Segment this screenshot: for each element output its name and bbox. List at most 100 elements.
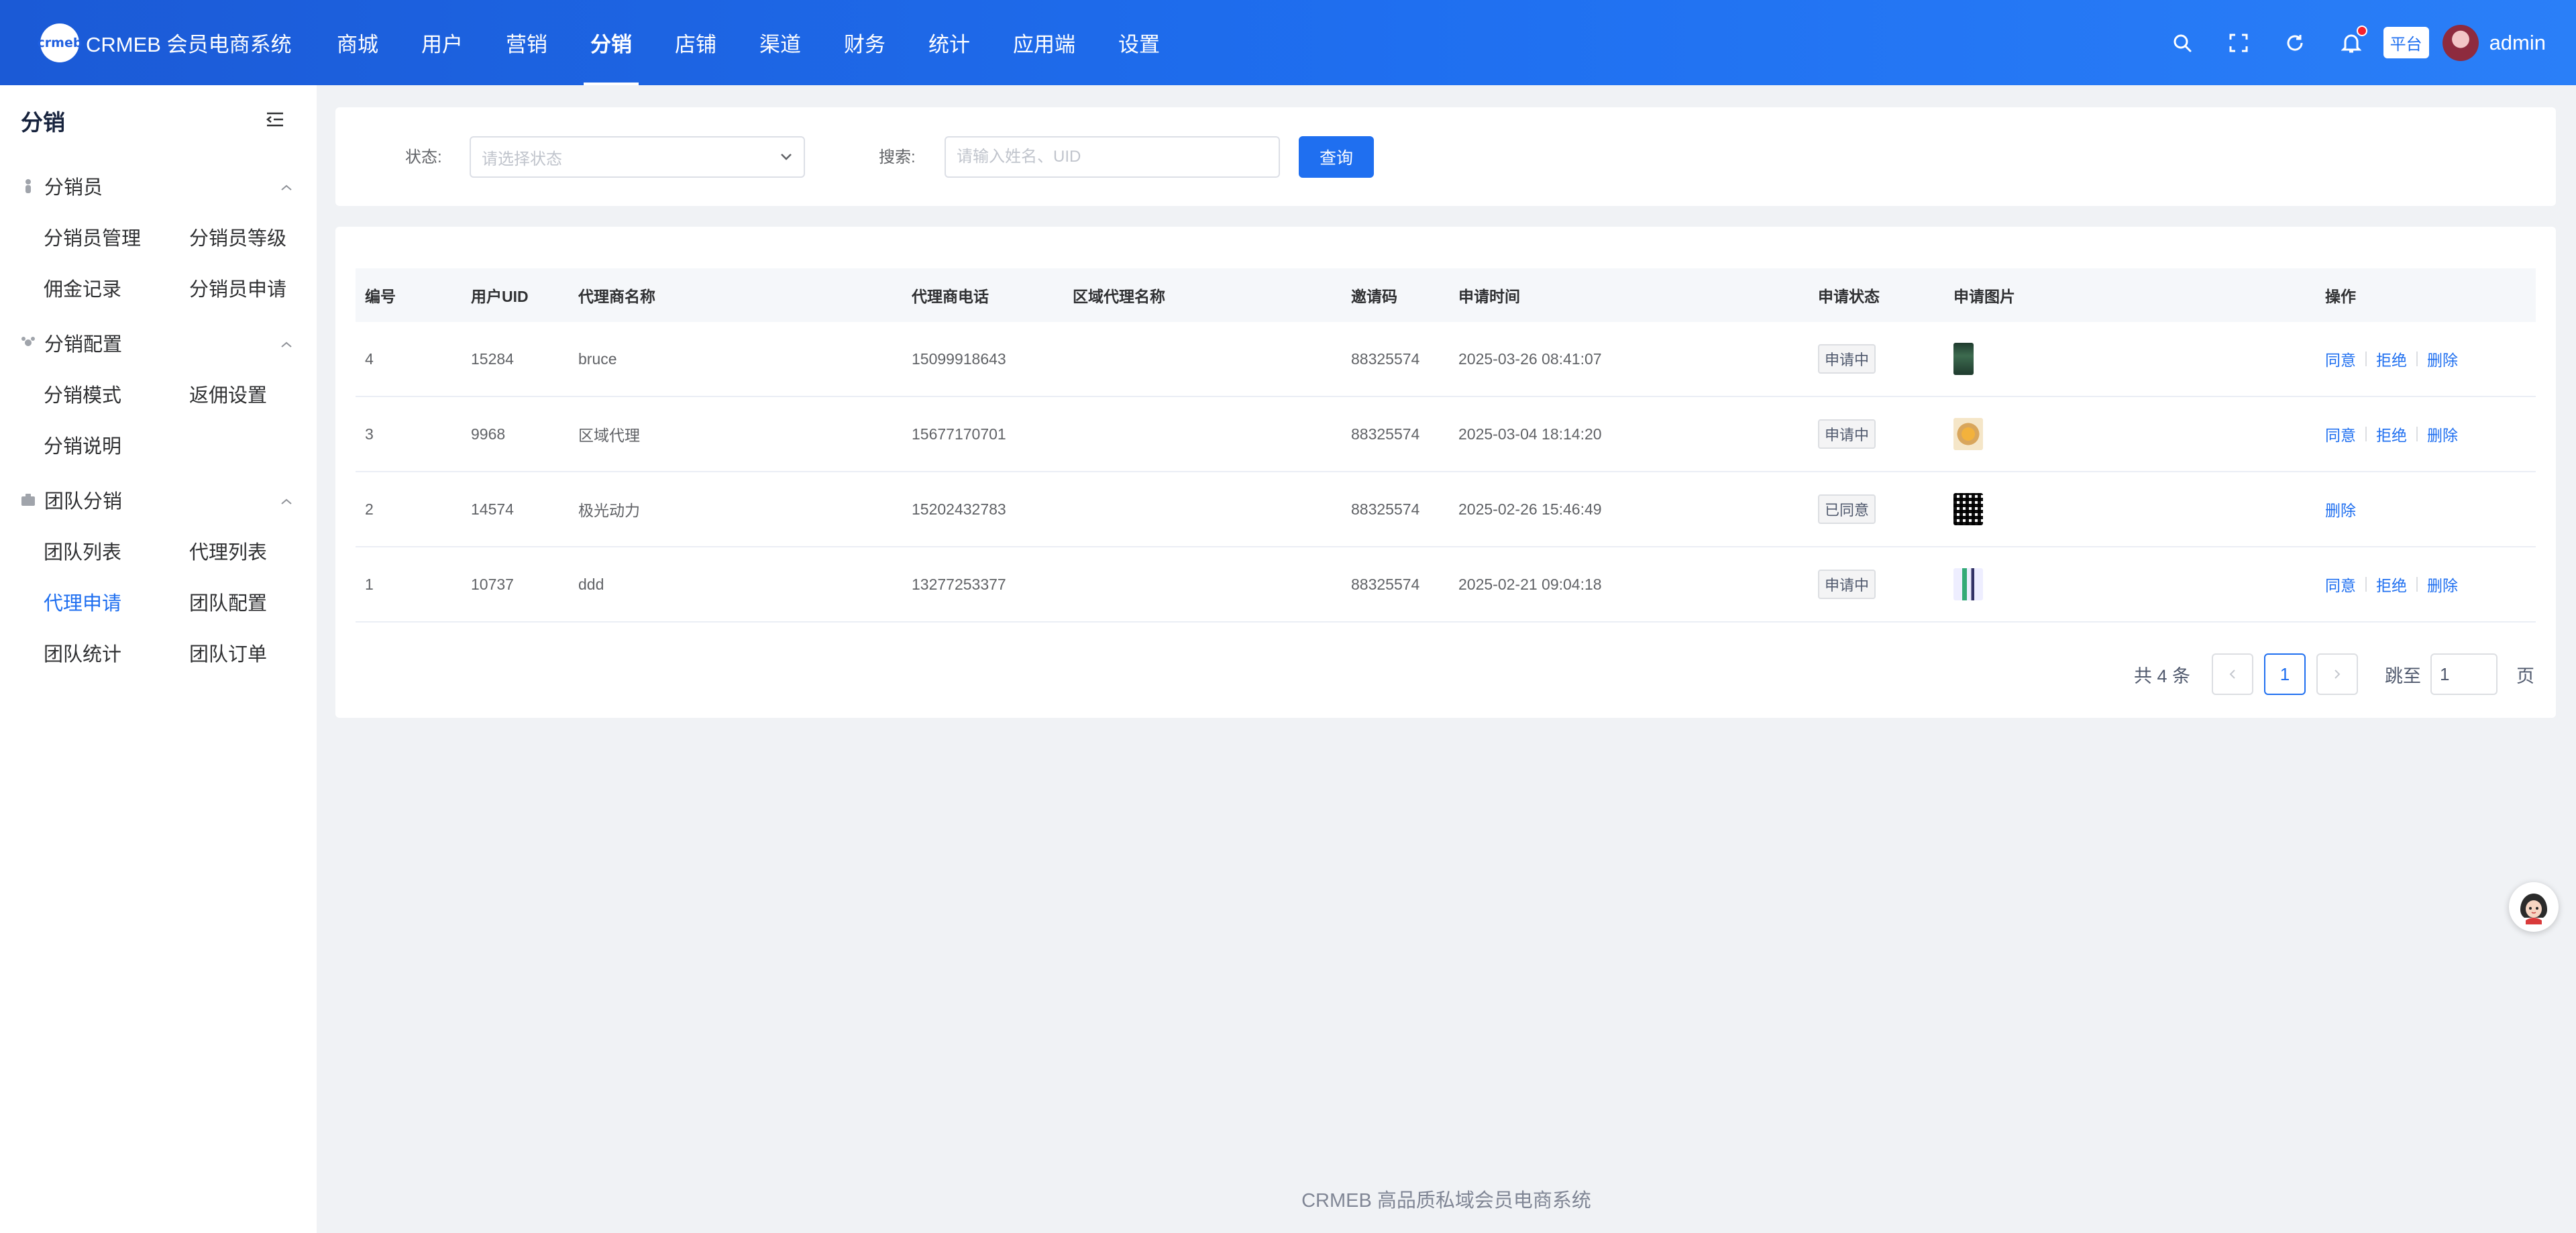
username[interactable]: admin (2489, 31, 2546, 55)
cell-actions: 同意 拒绝 删除 (2325, 397, 2458, 471)
page-button-current[interactable]: 1 (2264, 653, 2306, 695)
sidebar-item[interactable]: 团队列表 (44, 525, 189, 576)
column-header: 操作 (2325, 288, 2356, 305)
fullscreen-icon[interactable] (2210, 23, 2267, 63)
settings-icon (20, 335, 36, 351)
cell-image (1953, 547, 1983, 621)
cell-uid: 15284 (471, 350, 514, 368)
jump-page-input[interactable] (2430, 653, 2498, 695)
sidebar-item[interactable]: 代理申请 (44, 576, 189, 627)
top-nav-item[interactable]: 营销 (484, 0, 569, 85)
brand[interactable]: crmeb CRMEB 会员电商系统 (0, 23, 315, 62)
sidebar-item[interactable]: 团队订单 (189, 627, 335, 678)
approve-link[interactable]: 同意 (2325, 423, 2356, 445)
sidebar-group-header[interactable]: 团队分销 (0, 474, 317, 525)
refresh-icon[interactable] (2267, 23, 2323, 63)
delete-link[interactable]: 删除 (2325, 498, 2356, 521)
delete-link[interactable]: 删除 (2427, 573, 2458, 596)
sidebar-item[interactable]: 分销员等级 (189, 211, 335, 262)
cell-phone: 15099918643 (912, 350, 1006, 368)
collapse-menu-icon[interactable] (266, 111, 284, 131)
top-navbar: crmeb CRMEB 会员电商系统 商城 用户 营销 分销 店铺 渠道 财务 统计 应用端 设置… (0, 0, 2576, 85)
application-image-thumbnail[interactable] (1953, 343, 1974, 375)
sidebar-item[interactable]: 团队配置 (189, 576, 335, 627)
page-unit-label: 页 (2516, 665, 2534, 686)
next-page-button[interactable] (2316, 653, 2358, 695)
cell-uid: 10737 (471, 575, 514, 593)
top-nav-item[interactable]: 渠道 (738, 0, 822, 85)
top-nav-item[interactable]: 店铺 (653, 0, 738, 85)
top-nav-item[interactable]: 设置 (1097, 0, 1181, 85)
sidebar-group-header[interactable]: 分销配置 (0, 317, 317, 368)
reject-link[interactable]: 拒绝 (2376, 347, 2407, 370)
query-button[interactable]: 查询 (1299, 136, 1374, 178)
application-image-thumbnail[interactable] (1953, 568, 1983, 600)
column-header: 编号 (365, 288, 396, 305)
sidebar-group-header[interactable]: 分销员 (0, 160, 317, 211)
notification-dot (2356, 25, 2367, 36)
sidebar-item[interactable]: 团队统计 (44, 627, 189, 678)
cell-time: 2025-02-21 09:04:18 (1458, 575, 1602, 593)
top-nav-item[interactable]: 用户 (400, 0, 484, 85)
application-image-thumbnail[interactable] (1953, 493, 1983, 525)
cell-status: 申请中 (1818, 397, 1876, 471)
sidebar-item[interactable]: 返佣设置 (189, 368, 335, 419)
sidebar-item[interactable]: 代理列表 (189, 525, 335, 576)
top-nav-item[interactable]: 应用端 (991, 0, 1097, 85)
reject-link[interactable]: 拒绝 (2376, 573, 2407, 596)
status-select[interactable]: 请选择状态 (470, 136, 805, 178)
cell-time: 2025-02-26 15:46:49 (1458, 500, 1602, 518)
top-nav-item[interactable]: 统计 (907, 0, 991, 85)
filter-panel: 状态: 请选择状态 搜索: 查询 (335, 107, 2556, 206)
table-row: 2 14574 极光动力 15202432783 88325574 2025-02-26 … (356, 472, 2536, 547)
top-nav-item[interactable]: 财务 (822, 0, 907, 85)
cell-name: 区域代理 (578, 427, 640, 444)
cell-name: bruce (578, 350, 617, 368)
sidebar-item[interactable]: 佣金记录 (44, 262, 189, 313)
footer-text: CRMEB 高品质私域会员电商系统 (1301, 1190, 1591, 1212)
top-nav-item[interactable]: 分销 (569, 0, 653, 85)
brand-logo: crmeb (38, 23, 82, 62)
action-divider (2365, 577, 2367, 592)
cell-status: 申请中 (1818, 322, 1876, 396)
table-row: 3 9968 区域代理 15677170701 88325574 2025-03-04 1… (356, 397, 2536, 472)
status-badge: 已同意 (1818, 494, 1876, 524)
top-nav: 商城 用户 营销 分销 店铺 渠道 财务 统计 应用端 设置 (315, 0, 1181, 85)
customer-service-avatar[interactable] (2509, 882, 2559, 932)
reject-link[interactable]: 拒绝 (2376, 423, 2407, 445)
application-image-thumbnail[interactable] (1953, 418, 1983, 450)
cell-time: 2025-03-26 08:41:07 (1458, 350, 1602, 368)
cell-phone: 15202432783 (912, 500, 1006, 518)
user-avatar[interactable] (2442, 24, 2479, 61)
approve-link[interactable]: 同意 (2325, 573, 2356, 596)
cell-status: 已同意 (1818, 472, 1876, 546)
status-select-placeholder: 请选择状态 (482, 150, 562, 168)
approve-link[interactable]: 同意 (2325, 347, 2356, 370)
action-divider (2365, 427, 2367, 441)
sidebar: 分销 分销员 分销员管理 分销员等级 佣金记录 分销员申请 分销配置 分销模式 返佣设置 分销说… (0, 85, 317, 1233)
search-input[interactable] (945, 136, 1280, 178)
cell-id: 2 (365, 500, 374, 518)
sidebar-item[interactable]: 分销员申请 (189, 262, 335, 313)
pagination-total: 共 4 条 (2133, 665, 2190, 686)
cell-name: 极光动力 (578, 502, 640, 519)
chevron-down-icon (780, 148, 793, 166)
search-icon[interactable] (2154, 23, 2210, 63)
sidebar-group-items: 分销模式 返佣设置 分销说明 (0, 368, 317, 470)
team-icon (20, 492, 36, 508)
sidebar-item[interactable]: 分销说明 (44, 419, 189, 470)
prev-page-button[interactable] (2212, 653, 2253, 695)
cell-id: 4 (365, 350, 374, 368)
cell-invite: 88325574 (1351, 350, 1420, 368)
sidebar-group-items: 团队列表 代理列表 代理申请 团队配置 团队统计 团队订单 (0, 525, 317, 678)
bell-icon[interactable] (2323, 23, 2379, 63)
platform-badge[interactable]: 平台 (2383, 27, 2429, 58)
sidebar-item[interactable]: 分销员管理 (44, 211, 189, 262)
top-nav-item[interactable]: 商城 (315, 0, 400, 85)
sidebar-group-label: 团队分销 (44, 491, 123, 513)
sidebar-item[interactable]: 分销模式 (44, 368, 189, 419)
delete-link[interactable]: 删除 (2427, 347, 2458, 370)
cell-image (1953, 472, 1983, 546)
delete-link[interactable]: 删除 (2427, 423, 2458, 445)
agent-application-table: 编号 用户UID 代理商名称 代理商电话 区域代理名称 邀请码 申请时间 申请状态 申请图片 操作… (356, 268, 2536, 623)
